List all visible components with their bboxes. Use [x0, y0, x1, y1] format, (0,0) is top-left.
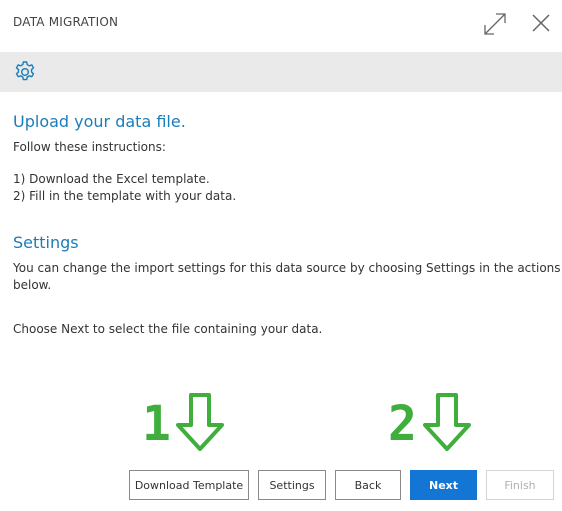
- instruction-step-1: 1) Download the Excel template.: [13, 172, 210, 186]
- settings-description-line2: below.: [13, 278, 52, 292]
- down-arrow-outline-icon: [176, 393, 224, 451]
- next-instruction: Choose Next to select the file containin…: [13, 322, 323, 336]
- settings-description-line1: You can change the import settings for t…: [13, 261, 561, 275]
- instruction-step-2: 2) Fill in the template with your data.: [13, 189, 237, 203]
- finish-button: Finish: [486, 470, 554, 500]
- close-button[interactable]: [530, 12, 552, 34]
- expand-icon: [484, 13, 506, 35]
- dialog-title: DATA MIGRATION: [13, 15, 119, 29]
- back-button[interactable]: Back: [335, 470, 401, 500]
- down-arrow-outline-icon: [423, 393, 471, 451]
- settings-heading: Settings: [13, 233, 79, 252]
- gear-icon: [15, 61, 35, 81]
- instructions-intro: Follow these instructions:: [13, 140, 166, 154]
- upload-heading: Upload your data file.: [13, 112, 186, 131]
- annotation-number-2: 2: [388, 396, 417, 452]
- next-button[interactable]: Next: [410, 470, 477, 500]
- settings-gear-button[interactable]: [13, 60, 37, 84]
- annotation-number-1: 1: [142, 396, 171, 452]
- action-toolbar: [0, 52, 562, 92]
- download-template-button[interactable]: Download Template: [129, 470, 249, 500]
- settings-button[interactable]: Settings: [258, 470, 326, 500]
- close-icon: [532, 14, 550, 32]
- expand-button[interactable]: [482, 11, 508, 37]
